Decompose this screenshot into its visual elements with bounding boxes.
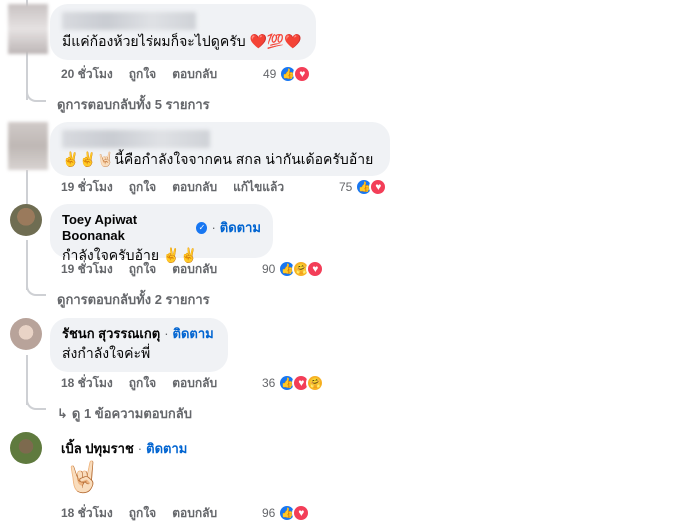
comment-actions: 19 ชั่วโมง ถูกใจ ตอบกลับ แก้ไขแล้ว	[61, 177, 300, 197]
love-icon: ♥	[293, 65, 312, 83]
comment-time[interactable]: 18 ชั่วโมง	[61, 374, 113, 393]
follow-button[interactable]: ติดตาม	[220, 220, 261, 236]
reaction-count: 96	[262, 506, 276, 520]
reaction-count: 75	[339, 180, 353, 194]
reply-button[interactable]: ตอบกลับ	[172, 178, 217, 197]
reaction-count: 49	[263, 67, 277, 81]
comment-bubble: ✌️✌️🤘🏻นี้คือกำลังใจจากคน สกล น่ากันเด้อค…	[50, 122, 390, 176]
comment-text: ส่งกำลังใจค่ะพี่	[62, 345, 151, 361]
view-replies-link[interactable]: ดูการตอบกลับทั้ง 5 รายการ	[57, 94, 210, 115]
comment-time[interactable]: 18 ชั่วโมง	[61, 504, 113, 523]
reaction-count: 36	[262, 376, 276, 390]
reply-connector	[26, 396, 46, 410]
reaction-summary[interactable]: 96 👍 ♥	[262, 503, 311, 523]
comment-bubble: Toey Apiwat Boonanak ✓ · ติดตาม กำลังใจค…	[50, 204, 273, 263]
reply-button[interactable]: ตอบกลับ	[172, 374, 217, 393]
comment-bubble: มีแค่ก้องห้วยไร่ผมก็จะไปดูครับ ❤️💯❤️	[50, 4, 316, 60]
comment-actions: 18 ชั่วโมง ถูกใจ ตอบกลับ	[61, 373, 233, 393]
reply-button[interactable]: ตอบกลับ	[172, 260, 217, 279]
reaction-summary[interactable]: 90 👍 🤗 ♥	[262, 259, 325, 279]
author-name[interactable]: รัชนก สุวรรณเกตุ	[62, 326, 160, 342]
avatar[interactable]	[8, 4, 48, 54]
comment-actions: 20 ชั่วโมง ถูกใจ ตอบกลับ	[61, 64, 233, 84]
love-icon: ♥	[369, 178, 388, 196]
like-button[interactable]: ถูกใจ	[129, 65, 156, 84]
comment-text: ✌️✌️🤘🏻นี้คือกำลังใจจากคน สกล น่ากันเด้อค…	[62, 151, 374, 167]
love-icon: ♥	[306, 260, 325, 278]
follow-button[interactable]: ติดตาม	[173, 326, 214, 342]
author-name[interactable]: เบิ้ล ปทุมราช	[61, 441, 134, 457]
comment-bubble: รัชนก สุวรรณเกตุ · ติดตาม ส่งกำลังใจค่ะพ…	[50, 318, 228, 372]
care-icon: 🤗	[306, 374, 325, 392]
reply-connector	[26, 88, 46, 102]
separator-dot: ·	[137, 441, 143, 456]
view-replies-link[interactable]: ↳ ดู 1 ข้อความตอบกลับ	[57, 403, 192, 424]
like-button[interactable]: ถูกใจ	[129, 260, 156, 279]
comment-author[interactable]	[62, 130, 378, 148]
view-replies-link[interactable]: ดูการตอบกลับทั้ง 2 รายการ	[57, 289, 210, 310]
avatar[interactable]	[10, 432, 42, 464]
avatar[interactable]	[10, 204, 42, 236]
comment-actions: 18 ชั่วโมง ถูกใจ ตอบกลับ	[61, 503, 233, 523]
comment-author: เบิ้ล ปทุมราช · ติดตาม	[61, 441, 187, 457]
comment-author: Toey Apiwat Boonanak ✓ · ติดตาม	[62, 212, 261, 244]
follow-button[interactable]: ติดตาม	[146, 441, 187, 457]
comment-emoji: 🤘🏻	[64, 461, 102, 494]
author-name[interactable]: Toey Apiwat Boonanak	[62, 212, 192, 244]
avatar[interactable]	[10, 318, 42, 350]
reply-button[interactable]: ตอบกลับ	[172, 65, 217, 84]
comment-actions: 19 ชั่วโมง ถูกใจ ตอบกลับ	[61, 259, 233, 279]
reply-arrow-icon: ↳	[57, 405, 68, 421]
like-button[interactable]: ถูกใจ	[129, 374, 156, 393]
separator-dot: ·	[211, 220, 216, 235]
separator-dot: ·	[164, 326, 169, 341]
avatar[interactable]	[8, 122, 48, 170]
edited-label[interactable]: แก้ไขแล้ว	[233, 178, 284, 197]
reaction-summary[interactable]: 36 👍 ♥ 🤗	[262, 373, 325, 393]
reply-button[interactable]: ตอบกลับ	[172, 504, 217, 523]
comment-time[interactable]: 19 ชั่วโมง	[61, 178, 113, 197]
comment-author: รัชนก สุวรรณเกตุ · ติดตาม	[62, 326, 216, 342]
like-button[interactable]: ถูกใจ	[129, 178, 156, 197]
comment-time[interactable]: 19 ชั่วโมง	[61, 260, 113, 279]
reply-connector	[26, 282, 46, 296]
love-icon: ♥	[292, 504, 311, 522]
reaction-summary[interactable]: 49 👍 ♥	[263, 64, 312, 84]
reaction-count: 90	[262, 262, 276, 276]
comment-author[interactable]	[62, 12, 304, 30]
comment-time[interactable]: 20 ชั่วโมง	[61, 65, 113, 84]
reaction-summary[interactable]: 75 👍 ♥	[339, 177, 388, 197]
verified-badge-icon: ✓	[196, 222, 208, 234]
like-button[interactable]: ถูกใจ	[129, 504, 156, 523]
comment-text: มีแค่ก้องห้วยไร่ผมก็จะไปดูครับ ❤️💯❤️	[62, 33, 302, 49]
